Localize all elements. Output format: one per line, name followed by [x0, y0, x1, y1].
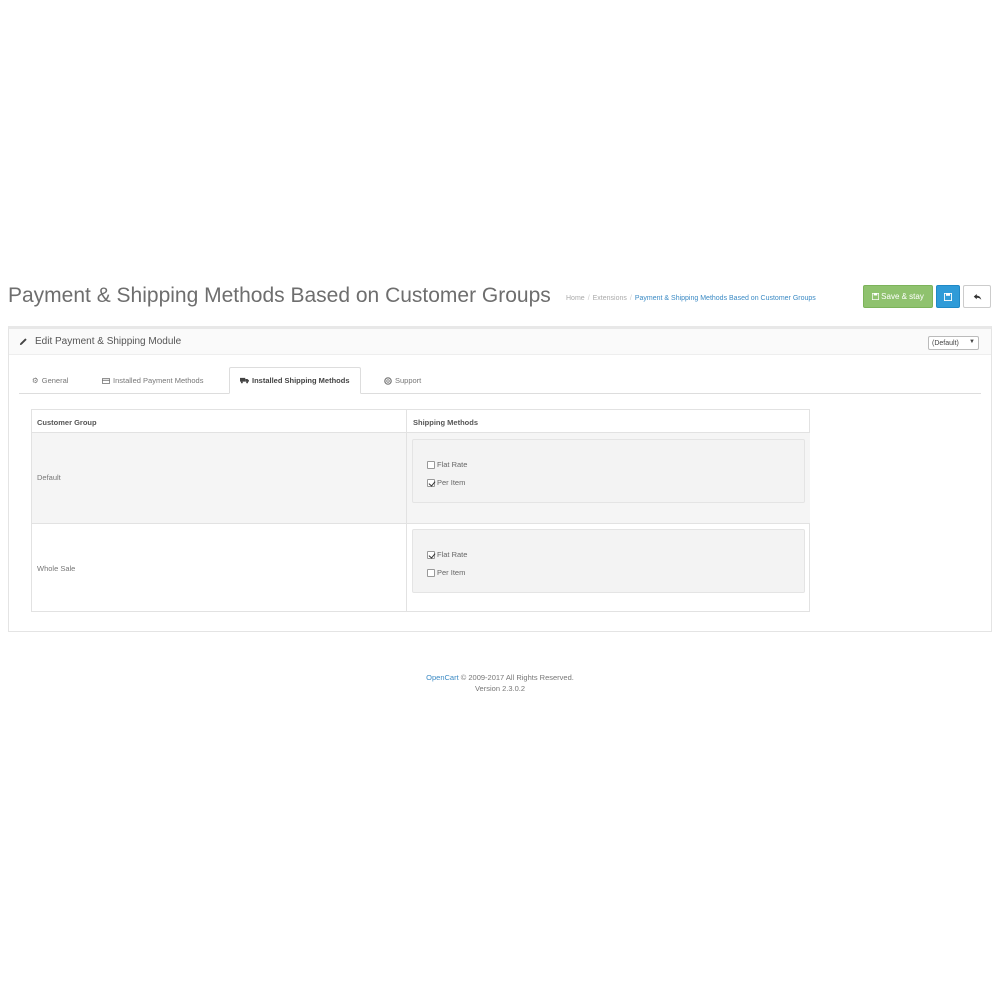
edit-panel: Edit Payment & Shipping Module (Default)… [8, 326, 992, 632]
flat-rate-checkbox[interactable] [427, 460, 435, 469]
back-button[interactable] [963, 285, 991, 308]
shipping-methods-well: Flat Rate Per Item [412, 529, 805, 593]
credit-card-icon [102, 377, 110, 384]
tab-support-label: Support [395, 376, 422, 385]
save-and-stay-label: Save & stay [881, 292, 924, 301]
tab-support[interactable]: Support [374, 367, 431, 394]
shipping-method-option[interactable]: Per Item [427, 478, 465, 487]
save-icon [872, 293, 880, 300]
tab-installed-payment-methods[interactable]: Installed Payment Methods [92, 367, 213, 394]
chevron-down-icon: ▼ [969, 339, 975, 345]
breadcrumb-home[interactable]: Home [566, 295, 585, 302]
shipping-method-option[interactable]: Flat Rate [427, 550, 467, 559]
panel-heading: Edit Payment & Shipping Module (Default)… [9, 329, 991, 355]
shipping-method-option[interactable]: Per Item [427, 568, 465, 577]
cogs-icon: ⚙ [32, 376, 39, 385]
table-row: Whole Sale Flat Rate Per Item [32, 523, 809, 613]
save-button[interactable] [936, 285, 960, 308]
footer-copyright-line: OpenCart © 2009-2017 All Rights Reserved… [0, 672, 1000, 683]
shipping-methods-table: Default Flat Rate Per Item Whole Sale Fl… [31, 409, 810, 612]
per-item-checkbox[interactable] [427, 478, 435, 487]
breadcrumb-extensions[interactable]: Extensions [593, 295, 627, 302]
flat-rate-checkbox[interactable] [427, 550, 435, 559]
store-select[interactable]: (Default) ▼ [928, 336, 979, 350]
column-header-shipping-methods: Shipping Methods [413, 418, 478, 427]
pencil-icon [19, 338, 27, 346]
save-and-stay-button[interactable]: Save & stay [863, 285, 933, 308]
opencart-link[interactable]: OpenCart [426, 673, 459, 682]
breadcrumb-current[interactable]: Payment & Shipping Methods Based on Cust… [635, 295, 816, 302]
breadcrumb: Home / Extensions / Payment & Shipping Metho… [566, 295, 816, 302]
per-item-checkbox[interactable] [427, 568, 435, 577]
column-header-customer-group: Customer Group [37, 418, 97, 427]
shipping-method-label: Per Item [437, 568, 466, 577]
table-row: Default Flat Rate Per Item [32, 433, 810, 523]
store-select-value: (Default) [932, 339, 959, 347]
shipping-methods-well: Flat Rate Per Item [412, 439, 805, 503]
footer-copyright: © 2009-2017 All Rights Reserved. [458, 673, 574, 682]
save-icon [944, 292, 952, 301]
tab-shipping-label: Installed Shipping Methods [252, 376, 350, 385]
page-title: Payment & Shipping Methods Based on Cust… [8, 284, 551, 307]
shipping-method-label: Flat Rate [437, 460, 468, 469]
breadcrumb-separator: / [629, 295, 632, 302]
tab-bar: ⚙ General Installed Payment Methods Inst… [19, 367, 981, 394]
panel-title-text: Edit Payment & Shipping Module [35, 336, 182, 347]
truck-icon [240, 377, 249, 384]
tab-general[interactable]: ⚙ General [22, 367, 78, 394]
shipping-method-option[interactable]: Flat Rate [427, 460, 467, 469]
panel-title: Edit Payment & Shipping Module [19, 336, 181, 347]
footer-version: Version 2.3.0.2 [474, 684, 526, 693]
tab-payment-label: Installed Payment Methods [113, 376, 204, 385]
breadcrumb-separator: / [587, 295, 590, 302]
footer: OpenCart © 2009-2017 All Rights Reserved… [0, 672, 1000, 694]
customer-group-name: Whole Sale [37, 564, 76, 573]
life-ring-icon [384, 376, 392, 385]
reply-icon [973, 293, 981, 300]
column-divider [406, 410, 407, 611]
tab-general-label: General [41, 376, 69, 385]
shipping-method-label: Flat Rate [437, 550, 468, 559]
page-header: Payment & Shipping Methods Based on Cust… [8, 282, 992, 312]
table-header-divider [32, 432, 809, 433]
row-background [32, 433, 406, 523]
tab-installed-shipping-methods[interactable]: Installed Shipping Methods [229, 367, 361, 394]
customer-group-name: Default [37, 473, 61, 482]
shipping-method-label: Per Item [437, 478, 466, 487]
